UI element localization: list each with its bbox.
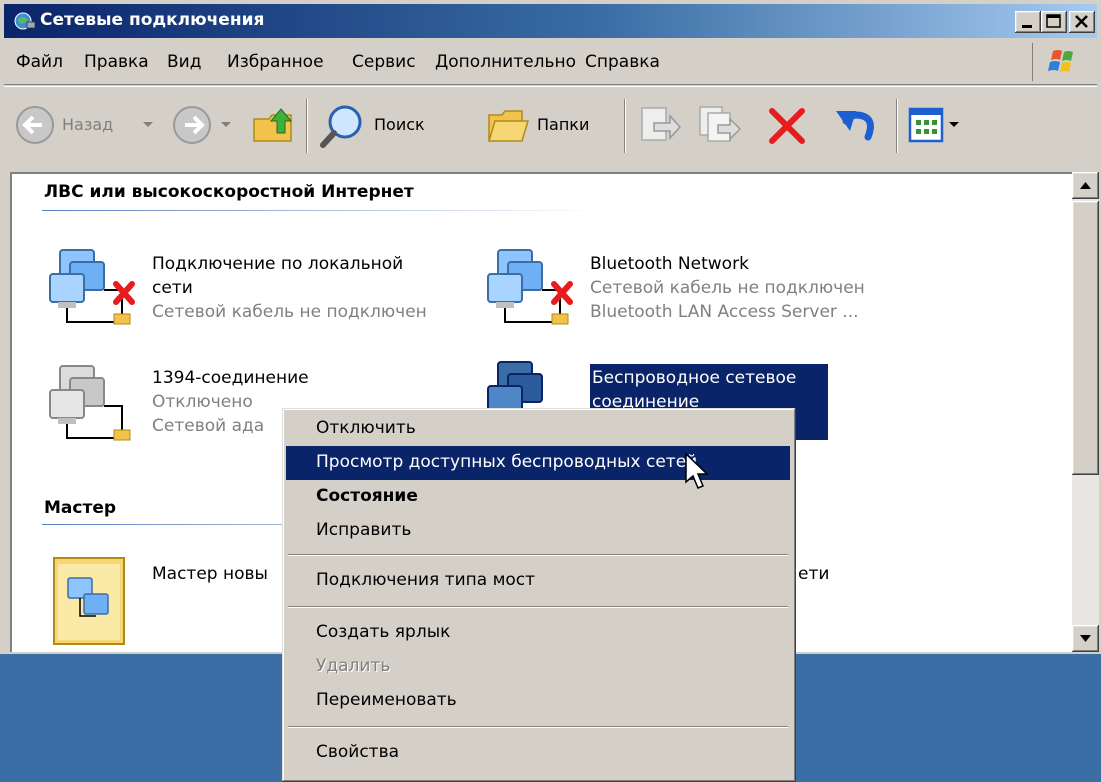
context-menu: Отключить Просмотр доступных беспроводны… xyxy=(282,408,796,782)
windows-logo-icon xyxy=(1032,43,1091,81)
1394-connection-icon[interactable] xyxy=(48,360,148,460)
chevron-down-icon[interactable] xyxy=(948,121,960,129)
item-status: Сетевой кабель не подключен xyxy=(590,278,865,298)
menu-view[interactable]: Вид xyxy=(167,52,201,72)
menu-edit[interactable]: Правка xyxy=(84,52,149,72)
menu-item-disable[interactable]: Отключить xyxy=(286,412,790,446)
menu-item-bridge-connections[interactable]: Подключения типа мост xyxy=(286,564,790,598)
folders-icon[interactable] xyxy=(486,103,532,145)
item-title[interactable]: сети xyxy=(152,278,193,298)
item-device: Bluetooth LAN Access Server ... xyxy=(590,302,859,322)
folder-up-icon[interactable] xyxy=(251,101,297,147)
close-icon xyxy=(1075,15,1088,28)
wizard-item-title[interactable]: Мастер новы xyxy=(152,564,268,584)
menu-item-repair[interactable]: Исправить xyxy=(286,514,790,548)
menu-item-create-shortcut[interactable]: Создать ярлык xyxy=(286,616,790,650)
scroll-thumb[interactable] xyxy=(1072,201,1099,475)
menu-separator xyxy=(288,606,788,607)
item-status: Сетевой кабель не подключен xyxy=(152,302,427,322)
search-icon[interactable] xyxy=(318,101,368,151)
item-title[interactable]: 1394-соединение xyxy=(152,368,309,388)
minimize-button[interactable] xyxy=(1015,11,1041,33)
scroll-down-button[interactable] xyxy=(1072,625,1099,652)
group-heading-lan: ЛВС или высокоскоростной Интернет xyxy=(44,182,414,202)
copy-to-icon[interactable] xyxy=(696,103,742,147)
menu-item-rename[interactable]: Переименовать xyxy=(286,684,790,718)
group-divider xyxy=(42,210,602,211)
menu-separator xyxy=(288,554,788,555)
vertical-scrollbar[interactable] xyxy=(1072,172,1099,652)
scroll-down-arrow-icon xyxy=(1080,635,1091,642)
menu-help[interactable]: Справка xyxy=(585,52,660,72)
scroll-up-button[interactable] xyxy=(1072,172,1099,199)
menu-item-delete: Удалить xyxy=(316,656,391,676)
back-button[interactable]: Назад xyxy=(62,115,113,134)
item-title: Беспроводное сетевое xyxy=(592,368,797,388)
menu-bar: Файл Правка Вид Избранное Сервис Дополни… xyxy=(4,40,1097,85)
menu-separator xyxy=(288,726,788,727)
maximize-icon xyxy=(1046,14,1061,28)
views-icon[interactable] xyxy=(908,107,944,143)
group-heading-wizard: Мастер xyxy=(44,498,117,518)
toolbar: Назад Поиск Папки xyxy=(4,86,1097,171)
title-bar[interactable]: Сетевые подключения xyxy=(4,4,1097,38)
network-connections-icon xyxy=(14,12,36,30)
menu-tools[interactable]: Сервис xyxy=(352,52,416,72)
wizard-icon[interactable] xyxy=(48,554,144,652)
item-device: Сетевой ада xyxy=(152,416,265,436)
delete-icon[interactable] xyxy=(766,105,808,147)
folders-button[interactable]: Папки xyxy=(537,115,589,134)
toolbar-separator xyxy=(306,99,307,153)
item-status: Отключено xyxy=(152,392,253,412)
undo-icon[interactable] xyxy=(830,103,880,147)
close-button[interactable] xyxy=(1069,11,1095,33)
menu-advanced[interactable]: Дополнительно xyxy=(435,52,576,72)
search-button[interactable]: Поиск xyxy=(374,115,425,134)
menu-item-status[interactable]: Состояние xyxy=(286,480,790,514)
bluetooth-connection-icon[interactable] xyxy=(486,244,586,344)
chevron-down-icon[interactable] xyxy=(142,121,154,129)
lan-connection-icon[interactable] xyxy=(48,244,148,344)
mouse-cursor-icon xyxy=(685,452,709,489)
move-to-icon[interactable] xyxy=(636,103,682,147)
scroll-up-arrow-icon xyxy=(1080,182,1091,189)
menu-item-properties[interactable]: Свойства xyxy=(286,736,790,770)
chevron-down-icon[interactable] xyxy=(220,121,232,129)
back-arrow-icon[interactable] xyxy=(14,104,56,146)
menu-file[interactable]: Файл xyxy=(16,52,63,72)
maximize-button[interactable] xyxy=(1041,11,1067,33)
menu-item-view-wireless-networks[interactable]: Просмотр доступных беспроводных сетей xyxy=(286,446,790,480)
toolbar-separator xyxy=(896,99,897,153)
forward-arrow-icon[interactable] xyxy=(171,104,213,146)
item-title[interactable]: Bluetooth Network xyxy=(590,254,749,274)
window-title: Сетевые подключения xyxy=(40,10,265,30)
toolbar-separator xyxy=(624,99,625,153)
menu-favorites[interactable]: Избранное xyxy=(227,52,324,72)
minimize-icon xyxy=(1022,25,1032,28)
item-title[interactable]: Подключение по локальной xyxy=(152,254,403,274)
wizard-item-title-tail[interactable]: ети xyxy=(798,564,829,584)
